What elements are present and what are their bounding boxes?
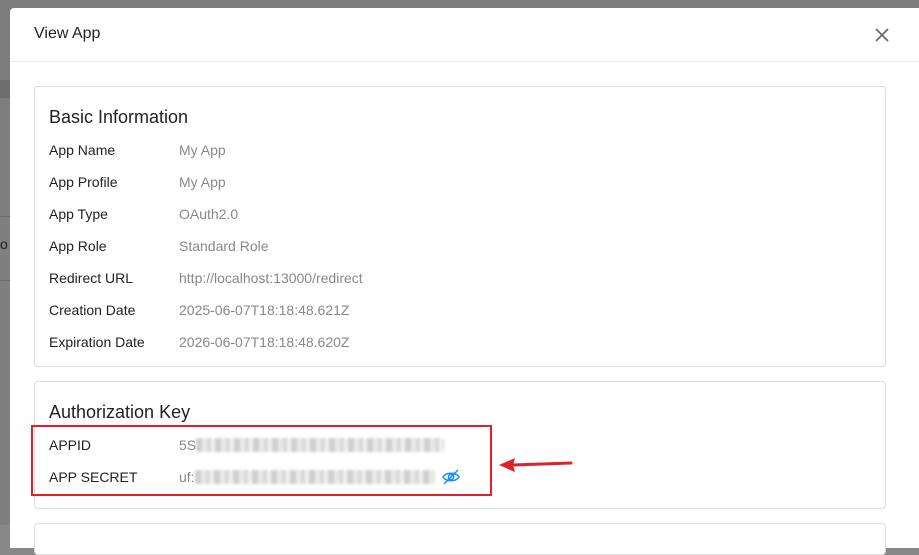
info-label: App Profile [49, 174, 118, 190]
info-value: Standard Role [179, 238, 269, 254]
basic-information-card: Basic Information App Name My App App Pr… [34, 86, 886, 367]
close-icon[interactable] [873, 26, 891, 44]
info-value: http://localhost:13000/redirect [179, 270, 363, 286]
info-label: Redirect URL [49, 270, 134, 286]
info-label: App Type [49, 206, 108, 222]
basic-information-title: Basic Information [49, 107, 189, 127]
info-value: My App [179, 174, 226, 190]
info-value: My App [179, 142, 226, 158]
authorization-key-title: Authorization Key [49, 402, 191, 422]
info-value: OAuth2.0 [179, 206, 239, 222]
info-value: 2026-06-07T18:18:48.620Z [179, 334, 350, 350]
next-section-card [34, 523, 886, 555]
info-value: 2025-06-07T18:18:48.621Z [179, 302, 350, 318]
info-label: Creation Date [49, 302, 136, 318]
modal-title: View App [34, 25, 101, 42]
info-label: Expiration Date [49, 334, 145, 350]
annotation-arrow-icon [497, 454, 573, 479]
info-label: App Name [49, 142, 116, 158]
backdrop-edge-text: o [0, 236, 8, 252]
annotation-highlight-box [31, 425, 492, 496]
modal-header: View App [10, 8, 919, 62]
info-label: App Role [49, 238, 107, 254]
